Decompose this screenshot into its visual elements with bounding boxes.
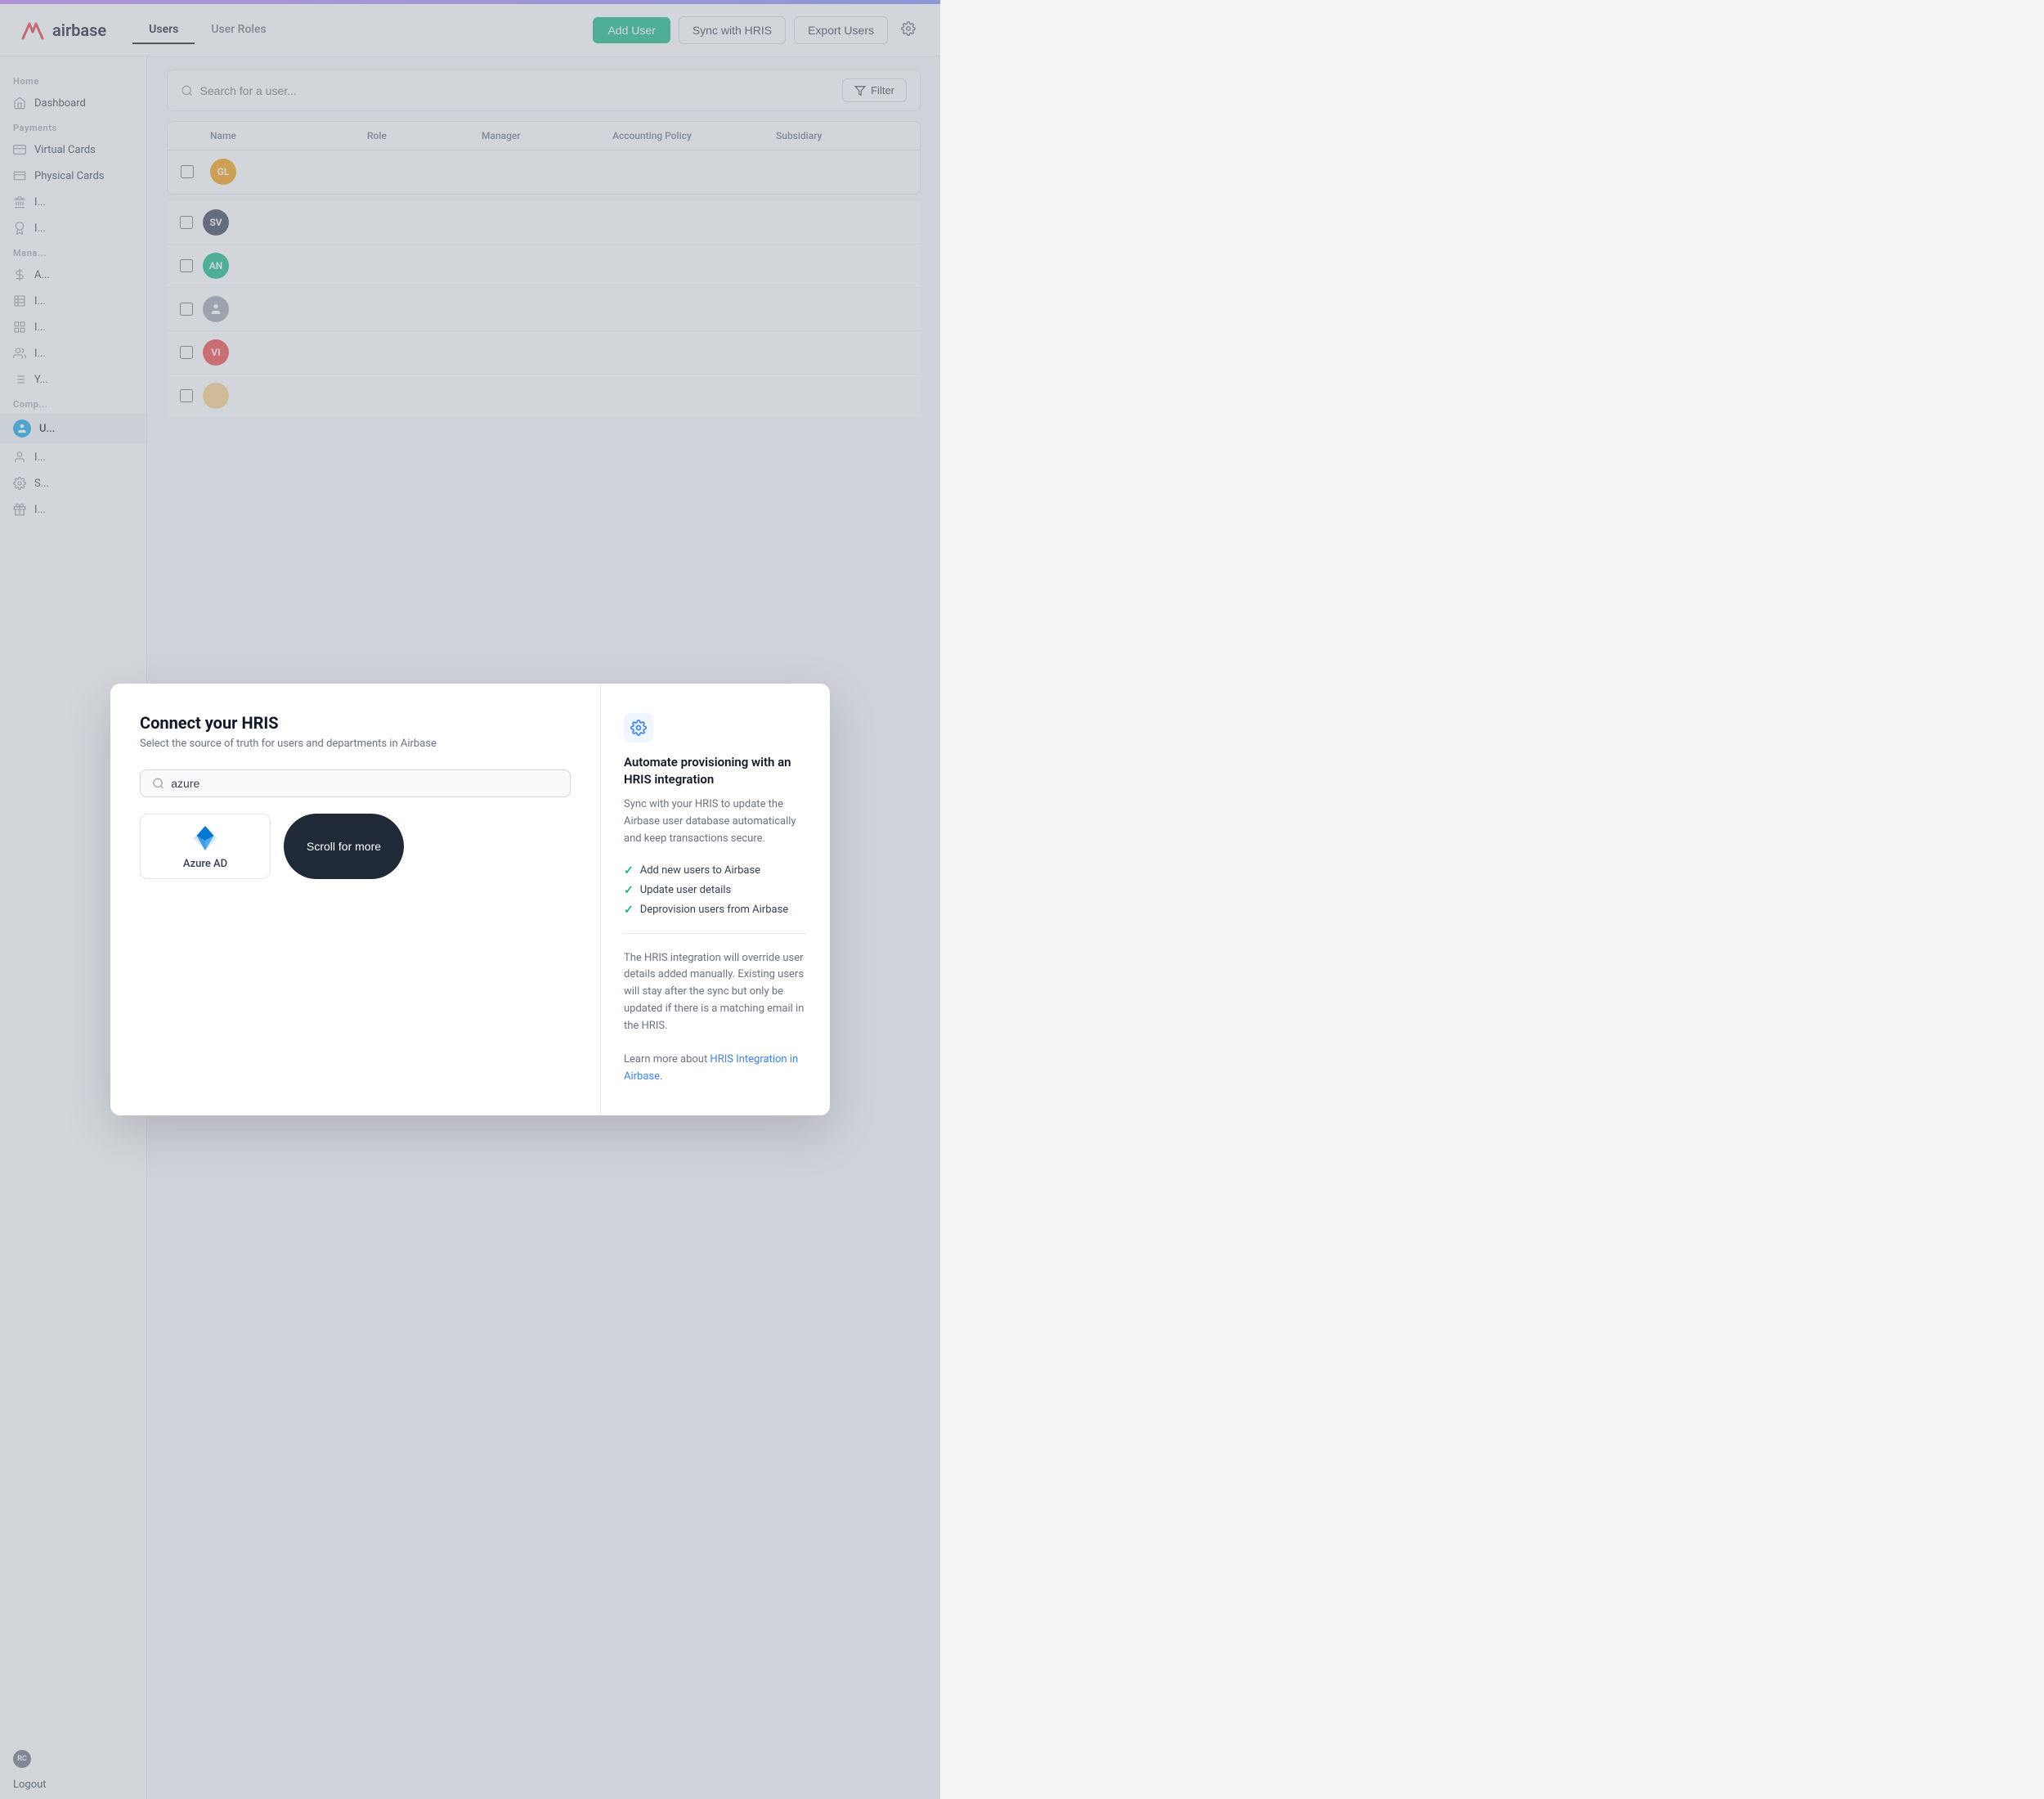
footer-text: The HRIS integration will override user … bbox=[624, 952, 804, 1032]
integration-grid: Azure AD Scroll for more bbox=[140, 814, 571, 879]
right-panel-footer: The HRIS integration will override user … bbox=[624, 950, 807, 1086]
scroll-for-more-button[interactable]: Scroll for more bbox=[284, 814, 404, 879]
azure-icon bbox=[191, 823, 220, 853]
right-panel-icon-wrap bbox=[624, 713, 653, 742]
azure-ad-label: Azure AD bbox=[183, 858, 227, 870]
modal-title: Connect your HRIS bbox=[140, 713, 571, 733]
check-item-1: ✓ Add new users to Airbase bbox=[624, 864, 807, 877]
check-label: Update user details bbox=[640, 884, 731, 896]
check-list: ✓ Add new users to Airbase ✓ Update user… bbox=[624, 864, 807, 917]
modal-left-panel: Connect your HRIS Select the source of t… bbox=[110, 684, 601, 1115]
right-panel-desc: Sync with your HRIS to update the Airbas… bbox=[624, 796, 807, 847]
gear-blue-icon bbox=[630, 720, 647, 736]
checkmark-icon: ✓ bbox=[624, 864, 634, 877]
azure-ad-card[interactable]: Azure AD bbox=[140, 814, 271, 879]
check-item-3: ✓ Deprovision users from Airbase bbox=[624, 904, 807, 917]
divider bbox=[624, 933, 807, 934]
modal-overlay[interactable]: Connect your HRIS Select the source of t… bbox=[0, 0, 940, 1799]
check-label: Deprovision users from Airbase bbox=[640, 904, 788, 916]
right-panel-title: Automate provisioning with an HRIS integ… bbox=[624, 754, 807, 788]
modal-search-input[interactable] bbox=[171, 777, 558, 790]
checkmark-icon: ✓ bbox=[624, 884, 634, 897]
modal-subtitle: Select the source of truth for users and… bbox=[140, 738, 571, 750]
modal-search bbox=[140, 769, 571, 797]
link-prefix: Learn more about bbox=[624, 1053, 710, 1065]
check-label: Add new users to Airbase bbox=[640, 864, 760, 877]
check-item-2: ✓ Update user details bbox=[624, 884, 807, 897]
modal-right-panel: Automate provisioning with an HRIS integ… bbox=[601, 684, 830, 1115]
checkmark-icon: ✓ bbox=[624, 904, 634, 917]
hris-modal: Connect your HRIS Select the source of t… bbox=[110, 684, 830, 1115]
modal-search-icon bbox=[152, 777, 164, 790]
